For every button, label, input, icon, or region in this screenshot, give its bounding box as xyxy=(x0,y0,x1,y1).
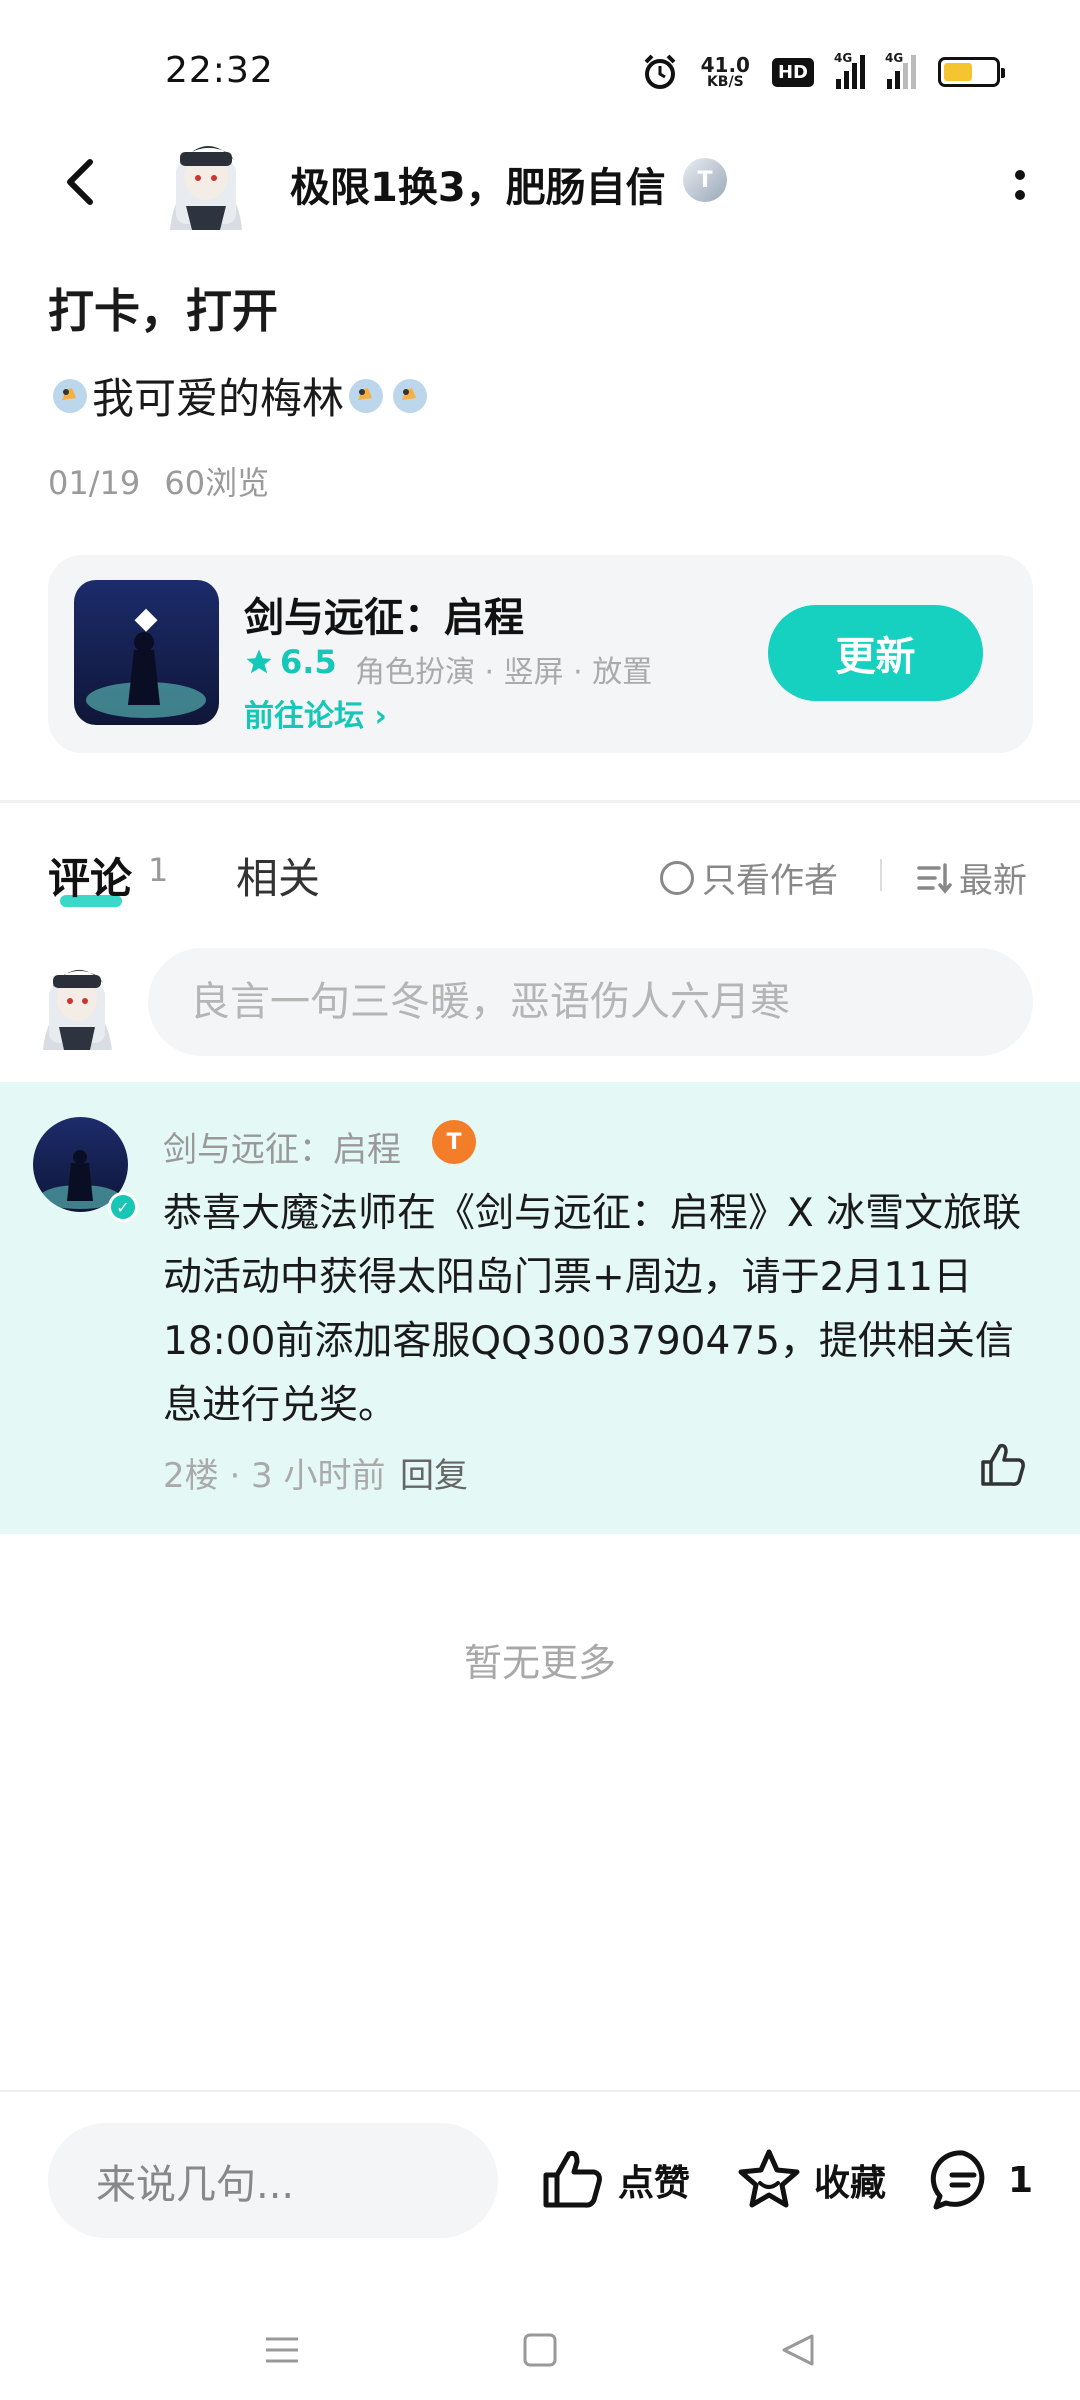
post-meta: 01/19 60浏览 xyxy=(48,458,269,504)
bottom-comment-input[interactable]: 来说几句... xyxy=(48,2123,498,2238)
game-tags: 角色扮演 · 竖屏 · 放置 xyxy=(355,655,653,690)
update-button[interactable]: 更新 xyxy=(768,605,983,701)
post-header: 极限1换3，肥肠自信 T xyxy=(0,130,1080,240)
status-time: 22:32 xyxy=(165,50,274,91)
signal-label: 4G xyxy=(834,51,853,65)
favorite-label: 收藏 xyxy=(814,2163,887,2204)
sort-icon xyxy=(917,862,952,894)
comment-bubble-icon xyxy=(930,2150,985,2210)
post-date: 01/19 xyxy=(48,464,141,502)
thumbs-up-icon xyxy=(543,2150,602,2208)
game-icon[interactable]: ◆ xyxy=(74,580,219,725)
back-triangle-icon[interactable] xyxy=(778,2330,818,2370)
comment-count: 1 xyxy=(1008,2159,1034,2201)
author-avatar[interactable] xyxy=(160,130,252,230)
user-avatar[interactable] xyxy=(35,955,120,1050)
author-name[interactable]: 极限1换3，肥肠自信 xyxy=(290,155,666,213)
only-author-toggle[interactable]: 只看作者 xyxy=(660,853,838,902)
home-icon[interactable] xyxy=(520,2330,560,2370)
sort-label: 最新 xyxy=(959,861,1027,901)
back-arrow-icon[interactable] xyxy=(52,152,112,212)
menu-icon[interactable] xyxy=(262,2330,302,2370)
favorite-button[interactable]: 收藏 xyxy=(736,2145,886,2215)
level-badge: T xyxy=(683,158,727,202)
star-outline-icon xyxy=(738,2149,800,2208)
post-body-text: 我可爱的梅林 xyxy=(92,374,345,423)
battery-level xyxy=(944,63,972,81)
hd-icon: HD xyxy=(771,57,814,87)
post-title: 打卡，打开 xyxy=(48,284,278,338)
status-icons: 41.0 KB/S HD 4G 4G xyxy=(641,48,1005,96)
more-options-icon[interactable] xyxy=(1005,160,1035,210)
chevron-right-icon: › xyxy=(374,699,387,734)
post-body: 我可爱的梅林 xyxy=(48,365,432,426)
comment-input[interactable] xyxy=(148,948,1033,1056)
tab-comments[interactable]: 评论 xyxy=(48,845,132,906)
game-card[interactable]: ◆ 剑与远征：启程 6.5 角色扮演 · 竖屏 · 放置 前往论坛 › 更新 xyxy=(48,555,1033,753)
network-speed: 41.0 KB/S xyxy=(701,55,750,89)
forum-link-label: 前往论坛 xyxy=(244,699,364,734)
thumbs-up-emoji-icon xyxy=(53,378,87,413)
commenter-level-badge: T xyxy=(432,1120,476,1164)
thumbs-up-emoji-icon xyxy=(393,378,428,413)
no-more-text: 暂无更多 xyxy=(463,1641,616,1685)
game-rating: 6.5 xyxy=(244,643,337,681)
forum-link[interactable]: 前往论坛 › xyxy=(244,691,387,735)
only-author-label: 只看作者 xyxy=(702,861,838,901)
commenter-name[interactable]: 剑与远征：启程 xyxy=(163,1122,401,1171)
thumbs-up-icon[interactable] xyxy=(978,1440,1028,1490)
comment-item: ✓ 剑与远征：启程 T 恭喜大魔法师在《剑与远征：启程》X 冰雪文旅联动活动中获… xyxy=(0,1082,1080,1534)
status-bar: 22:32 41.0 KB/S HD 4G 4G xyxy=(0,0,1080,140)
post-views: 60浏览 xyxy=(164,464,270,502)
star-icon xyxy=(246,649,272,674)
signal-icon: 4G xyxy=(834,51,865,89)
battery-icon xyxy=(938,57,1005,87)
radio-circle-icon xyxy=(660,860,694,895)
network-speed-unit: KB/S xyxy=(706,74,744,90)
alarm-icon xyxy=(644,54,676,89)
reply-button[interactable]: 回复 xyxy=(400,1448,468,1497)
game-name[interactable]: 剑与远征：启程 xyxy=(244,585,524,643)
tabs-separator xyxy=(880,859,882,891)
bottom-divider xyxy=(0,2090,1080,2092)
system-nav-bar xyxy=(0,2300,1080,2400)
comment-text: 恭喜大魔法师在《剑与远征：启程》X 冰雪文旅联动活动中获得太阳岛门票+周边，请于… xyxy=(163,1191,1022,1428)
like-button[interactable]: 点赞 xyxy=(540,2145,690,2215)
tab-related[interactable]: 相关 xyxy=(236,845,320,906)
comments-count: 1 xyxy=(148,851,169,889)
signal-label-2: 4G xyxy=(885,51,904,65)
sort-button[interactable]: 最新 xyxy=(915,853,1027,902)
like-label: 点赞 xyxy=(618,2163,691,2204)
comment-tabs: 评论 1 相关 只看作者 最新 xyxy=(0,845,1080,915)
network-speed-value: 41.0 xyxy=(700,53,750,77)
comment-meta: 2楼 · 3 小时前 xyxy=(163,1456,386,1496)
svg-text:◆: ◆ xyxy=(134,601,157,636)
comment-button[interactable]: 1 xyxy=(930,2145,1033,2215)
section-divider xyxy=(0,800,1080,803)
verified-check-icon: ✓ xyxy=(108,1192,138,1222)
signal-icon-2: 4G xyxy=(885,51,916,89)
thumbs-up-emoji-icon xyxy=(349,378,384,413)
game-rating-value: 6.5 xyxy=(280,643,337,681)
